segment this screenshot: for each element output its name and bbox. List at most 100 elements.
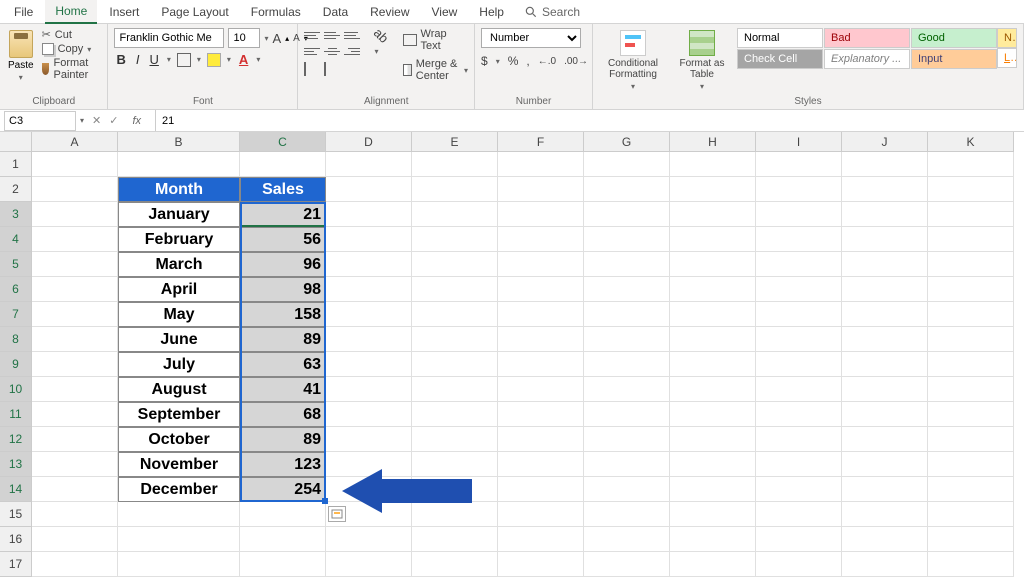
italic-button[interactable]: I — [134, 52, 142, 67]
cell-D17[interactable] — [326, 552, 412, 577]
paste-button[interactable]: Paste ▾ — [6, 28, 36, 84]
cell-styles-gallery[interactable]: Normal Bad Good Check Cell Explanatory .… — [737, 28, 997, 69]
cut-button[interactable]: ✂Cut — [42, 28, 102, 41]
cell-K9[interactable] — [928, 352, 1014, 377]
cell-A11[interactable] — [32, 402, 118, 427]
align-top-button[interactable] — [304, 28, 320, 42]
cell-C10[interactable]: 41 — [240, 377, 326, 402]
cell-E6[interactable] — [412, 277, 498, 302]
column-header-I[interactable]: I — [756, 132, 842, 152]
cell-I4[interactable] — [756, 227, 842, 252]
cell-F5[interactable] — [498, 252, 584, 277]
tab-home[interactable]: Home — [45, 0, 97, 24]
cell-I7[interactable] — [756, 302, 842, 327]
cell-H10[interactable] — [670, 377, 756, 402]
cell-C3[interactable]: 21 — [240, 202, 326, 227]
cell-F10[interactable] — [498, 377, 584, 402]
wrap-text-button[interactable]: Wrap Text — [403, 28, 468, 52]
align-middle-button[interactable] — [324, 28, 340, 42]
cell-H9[interactable] — [670, 352, 756, 377]
cell-E10[interactable] — [412, 377, 498, 402]
comma-button[interactable]: , — [526, 54, 529, 68]
increase-font-button[interactable]: A — [272, 31, 281, 46]
cell-B12[interactable]: October — [118, 427, 240, 452]
cell-G15[interactable] — [584, 502, 670, 527]
cell-I5[interactable] — [756, 252, 842, 277]
cell-E7[interactable] — [412, 302, 498, 327]
cell-E17[interactable] — [412, 552, 498, 577]
row-header-1[interactable]: 1 — [0, 152, 32, 177]
cell-A16[interactable] — [32, 527, 118, 552]
cell-C5[interactable]: 96 — [240, 252, 326, 277]
formula-input[interactable]: 21 — [156, 113, 1024, 129]
format-painter-button[interactable]: Format Painter — [42, 57, 102, 81]
cell-A3[interactable] — [32, 202, 118, 227]
cell-G16[interactable] — [584, 527, 670, 552]
row-header-5[interactable]: 5 — [0, 252, 32, 277]
cell-E4[interactable] — [412, 227, 498, 252]
cell-C16[interactable] — [240, 527, 326, 552]
cell-H6[interactable] — [670, 277, 756, 302]
cell-C7[interactable]: 158 — [240, 302, 326, 327]
border-button[interactable] — [177, 53, 191, 67]
enter-button[interactable]: ✓ — [109, 114, 118, 127]
cell-E3[interactable] — [412, 202, 498, 227]
cell-G7[interactable] — [584, 302, 670, 327]
cell-B17[interactable] — [118, 552, 240, 577]
cell-H5[interactable] — [670, 252, 756, 277]
cell-E5[interactable] — [412, 252, 498, 277]
cell-H13[interactable] — [670, 452, 756, 477]
cell-I11[interactable] — [756, 402, 842, 427]
cell-A17[interactable] — [32, 552, 118, 577]
cell-G5[interactable] — [584, 252, 670, 277]
style-check-cell[interactable]: Check Cell — [737, 49, 823, 69]
merge-center-button[interactable]: Merge & Center▾ — [403, 58, 468, 82]
cell-J15[interactable] — [842, 502, 928, 527]
cell-B3[interactable]: January — [118, 202, 240, 227]
column-header-B[interactable]: B — [118, 132, 240, 152]
cell-D2[interactable] — [326, 177, 412, 202]
currency-dropdown-icon[interactable]: ▾ — [496, 57, 500, 66]
cell-E9[interactable] — [412, 352, 498, 377]
cell-A10[interactable] — [32, 377, 118, 402]
number-format-select[interactable]: Number — [481, 28, 581, 48]
style-linked[interactable]: Lin — [997, 48, 1017, 68]
cell-C17[interactable] — [240, 552, 326, 577]
tab-help[interactable]: Help — [469, 1, 514, 23]
cell-K13[interactable] — [928, 452, 1014, 477]
orientation-dropdown-icon[interactable]: ▾ — [374, 47, 378, 56]
cell-G11[interactable] — [584, 402, 670, 427]
cell-I3[interactable] — [756, 202, 842, 227]
cell-I14[interactable] — [756, 477, 842, 502]
cell-B14[interactable]: December — [118, 477, 240, 502]
cell-K11[interactable] — [928, 402, 1014, 427]
cell-K5[interactable] — [928, 252, 1014, 277]
cell-H14[interactable] — [670, 477, 756, 502]
cell-G14[interactable] — [584, 477, 670, 502]
cell-K1[interactable] — [928, 152, 1014, 177]
orientation-button[interactable]: ab — [371, 25, 392, 46]
row-header-8[interactable]: 8 — [0, 327, 32, 352]
cell-I1[interactable] — [756, 152, 842, 177]
cell-I13[interactable] — [756, 452, 842, 477]
cell-G8[interactable] — [584, 327, 670, 352]
column-header-G[interactable]: G — [584, 132, 670, 152]
cell-A4[interactable] — [32, 227, 118, 252]
cell-K17[interactable] — [928, 552, 1014, 577]
tab-review[interactable]: Review — [360, 1, 419, 23]
paste-dropdown-icon[interactable]: ▾ — [19, 73, 23, 82]
cell-J5[interactable] — [842, 252, 928, 277]
cell-B7[interactable]: May — [118, 302, 240, 327]
align-left-button[interactable] — [304, 44, 320, 58]
copy-dropdown-icon[interactable]: ▾ — [87, 45, 91, 54]
row-header-16[interactable]: 16 — [0, 527, 32, 552]
cell-C11[interactable]: 68 — [240, 402, 326, 427]
row-header-14[interactable]: 14 — [0, 477, 32, 502]
cell-G13[interactable] — [584, 452, 670, 477]
cell-I15[interactable] — [756, 502, 842, 527]
name-box[interactable] — [4, 111, 76, 131]
tab-file[interactable]: File — [4, 1, 43, 23]
cell-F12[interactable] — [498, 427, 584, 452]
row-header-17[interactable]: 17 — [0, 552, 32, 577]
style-input[interactable]: Input — [911, 49, 997, 69]
